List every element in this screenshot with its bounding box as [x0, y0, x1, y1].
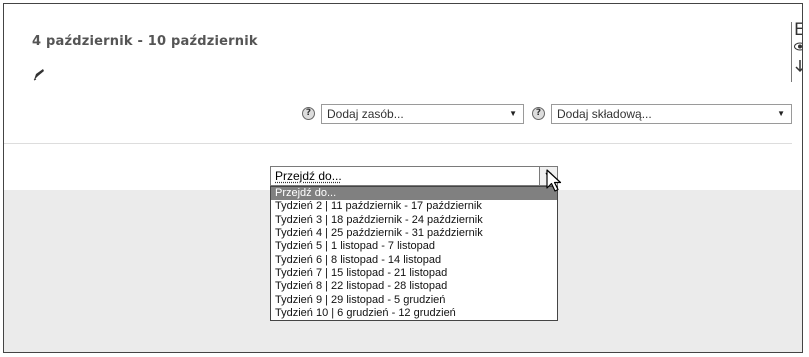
cursor-icon: [546, 169, 562, 192]
arrow-down-icon[interactable]: [794, 59, 803, 73]
jump-option[interactable]: Tydzień 8 | 22 listopad - 28 listopad: [271, 280, 557, 293]
jump-option[interactable]: Tydzień 7 | 15 listopad - 21 listopad: [271, 267, 557, 280]
chevron-down-icon: ▼: [509, 109, 517, 118]
section-divider: [4, 143, 792, 144]
help-icon[interactable]: ?: [302, 107, 315, 120]
jump-option[interactable]: Tydzień 5 | 1 listopad - 7 listopad: [271, 240, 557, 253]
section-title: 4 październik - 10 październik: [32, 34, 258, 49]
right-column-edge: E: [791, 22, 803, 82]
jump-to-select[interactable]: Przejdź do... ▼: [270, 166, 558, 186]
jump-to-value: Przejdź do...: [275, 169, 342, 183]
jump-option[interactable]: Przejdź do...: [271, 187, 557, 201]
help-icon[interactable]: ?: [532, 107, 545, 120]
jump-to-dropdown-list: Przejdź do... Tydzień 2 | 11 październik …: [270, 186, 558, 322]
add-activity-value: Dodaj składową...: [557, 107, 652, 121]
eye-icon[interactable]: [794, 42, 803, 51]
jump-option[interactable]: Tydzień 6 | 8 listopad - 14 listopad: [271, 254, 557, 267]
jump-option[interactable]: Tydzień 4 | 25 październik - 31 paździer…: [271, 227, 557, 240]
jump-option[interactable]: Tydzień 9 | 29 listopad - 5 grudzień: [271, 294, 557, 307]
right-column-glyph: E: [794, 22, 802, 39]
add-resource-select[interactable]: Dodaj zasób... ▼: [321, 104, 524, 124]
edit-icon[interactable]: [32, 68, 46, 82]
jump-option[interactable]: Tydzień 10 | 6 grudzień - 12 grudzień: [271, 307, 557, 320]
add-activity-select[interactable]: Dodaj składową... ▼: [551, 104, 792, 124]
course-section-frame: 4 październik - 10 październik E ? Dodaj…: [3, 3, 803, 353]
chevron-down-icon: ▼: [777, 109, 785, 118]
jump-option[interactable]: Tydzień 3 | 18 październik - 24 paździer…: [271, 214, 557, 227]
add-resource-value: Dodaj zasób...: [327, 107, 404, 121]
jump-option[interactable]: Tydzień 2 | 11 październik - 17 paździer…: [271, 200, 557, 213]
